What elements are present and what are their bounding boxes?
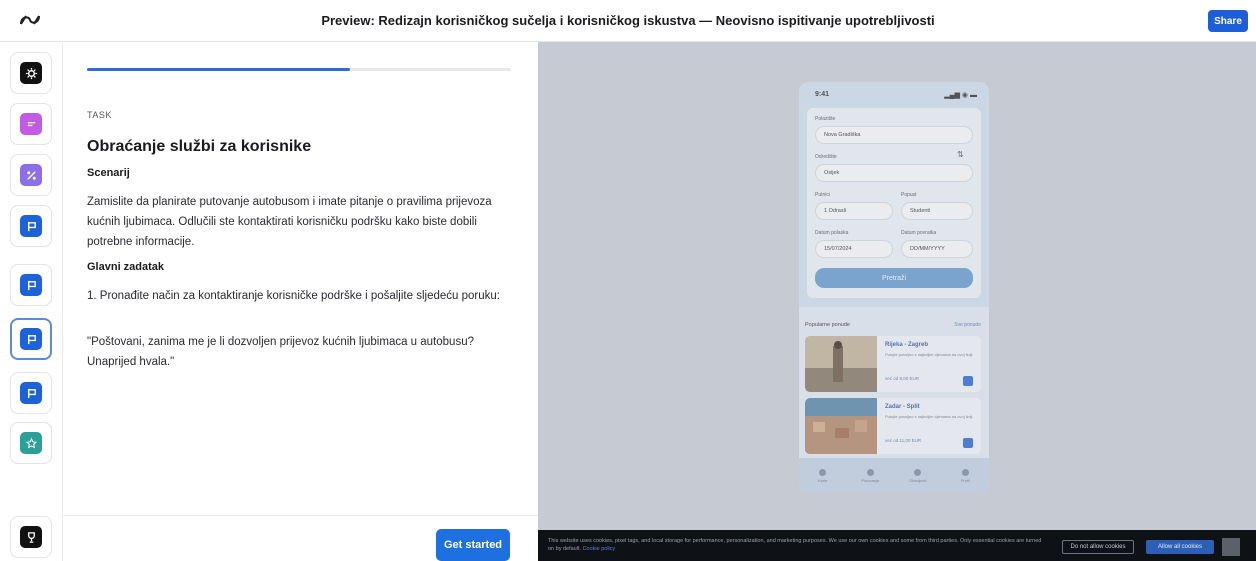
task-title: Obraćanje službi za korisnike: [87, 138, 312, 155]
percent-icon: [20, 164, 42, 186]
cookie-banner: This website uses cookies, pixel tags, a…: [538, 530, 1256, 561]
trophy-icon: [20, 526, 42, 548]
task-label: TASK: [87, 110, 112, 120]
rail-item-task-2[interactable]: [10, 264, 52, 306]
main-task-text: 1. Pronađite način za kontaktiranje kori…: [87, 290, 500, 302]
cookie-message: This website uses cookies, pixel tags, a…: [548, 538, 1042, 552]
prototype-preview: 9:41 ▂▄▆ ◉ ▬ Polazište Nova Gradiška Odr…: [538, 42, 1256, 561]
progress-bar: [87, 68, 511, 71]
gear-icon: [20, 62, 42, 84]
divider: [63, 515, 538, 516]
lines-icon: [20, 113, 42, 135]
rail-item-finish[interactable]: [10, 516, 52, 558]
rail-item-text[interactable]: [10, 103, 52, 145]
flag-icon: [20, 215, 42, 237]
deny-cookies-button[interactable]: Do not allow cookies: [1062, 540, 1134, 554]
top-bar: Preview: Redizajn korisničkog sučelja i …: [0, 0, 1256, 42]
rail-item-welcome[interactable]: [10, 52, 52, 94]
allow-cookies-button[interactable]: Allow all cookies: [1146, 540, 1214, 554]
task-panel: TASK Obraćanje službi za korisnike Scena…: [63, 42, 538, 561]
scenario-text: Zamislite da planirate putovanje autobus…: [87, 196, 492, 248]
rail-item-task-4[interactable]: [10, 372, 52, 414]
cookie-text: This website uses cookies, pixel tags, a…: [548, 537, 1048, 553]
star-icon: [20, 432, 42, 454]
rail-item-task-3[interactable]: [10, 318, 52, 360]
page-title: Preview: Redizajn korisničkog sučelja i …: [321, 13, 935, 28]
rail-item-percent[interactable]: [10, 154, 52, 196]
flag-icon: [20, 328, 42, 350]
scenario-heading: Scenarij: [87, 167, 130, 179]
progress-fill: [87, 68, 350, 71]
close-banner-button[interactable]: [1222, 538, 1240, 556]
task-rail: [0, 42, 63, 561]
share-button[interactable]: Share: [1208, 10, 1248, 32]
get-started-button[interactable]: Get started: [436, 529, 510, 561]
message-quote: "Poštovani, zanima me je li dozvoljen pr…: [87, 336, 474, 368]
preview-dim-overlay: [538, 42, 1256, 561]
cookie-policy-link[interactable]: Cookie policy: [583, 546, 616, 552]
flag-icon: [20, 274, 42, 296]
main-task-heading: Glavni zadatak: [87, 261, 165, 273]
rail-item-rating[interactable]: [10, 422, 52, 464]
rail-item-task-1[interactable]: [10, 205, 52, 247]
flag-icon: [20, 382, 42, 404]
